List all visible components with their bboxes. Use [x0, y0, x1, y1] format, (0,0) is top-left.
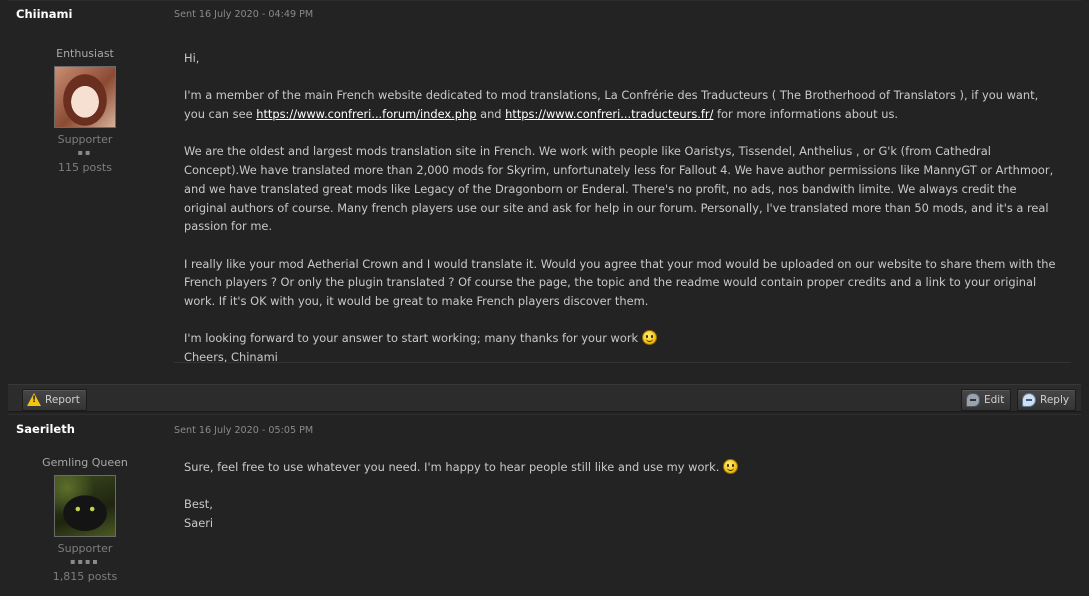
- paragraph: Hi,: [184, 51, 200, 65]
- text: I'm looking forward to your answer to st…: [184, 331, 642, 346]
- post-separator: [8, 414, 1081, 415]
- post-1: Chiinami Sent 16 July 2020 - 04:49 PM En…: [8, 0, 1081, 384]
- post-content: Hi, I'm a member of the main French webs…: [184, 49, 1061, 367]
- post-count: 1,815 posts: [52, 570, 118, 583]
- author-name[interactable]: Chiinami: [16, 7, 72, 21]
- edit-button[interactable]: Edit: [961, 389, 1012, 411]
- text: Saeri: [184, 516, 214, 531]
- member-title: Enthusiast: [56, 47, 114, 60]
- text: and: [476, 107, 506, 122]
- paragraph: Best, Saeri: [184, 495, 1061, 532]
- reply-button[interactable]: Reply: [1017, 389, 1077, 411]
- reply-label: Reply: [1040, 394, 1070, 406]
- post-action-bar: Report Edit Reply: [8, 384, 1081, 412]
- smiley-icon: [641, 330, 657, 346]
- text: Best,: [184, 497, 213, 512]
- text: Sure, feel free to use whatever you need…: [184, 460, 723, 474]
- link-site[interactable]: https://www.confreri...traducteurs.fr/: [505, 107, 713, 121]
- avatar[interactable]: [54, 66, 116, 128]
- post-content: Sure, feel free to use whatever you need…: [184, 458, 1061, 551]
- paragraph: Sure, feel free to use whatever you need…: [184, 458, 1061, 477]
- post-count: 115 posts: [58, 161, 112, 174]
- rank-pips: ▪▪▪▪: [70, 557, 100, 566]
- report-label: Report: [45, 394, 80, 406]
- author-info: Gemling Queen Supporter ▪▪▪▪ 1,815 posts: [8, 456, 162, 583]
- content-divider: [174, 362, 1071, 363]
- author-name[interactable]: Saerileth: [16, 422, 75, 436]
- warning-icon: [27, 393, 41, 407]
- post-date: Sent 16 July 2020 - 04:49 PM: [174, 9, 314, 20]
- post-separator: [8, 0, 1081, 1]
- paragraph: I'm a member of the main French website …: [184, 86, 1061, 123]
- rank-pips: ▪▪: [77, 148, 93, 157]
- paragraph: I really like your mod Aetherial Crown a…: [184, 256, 1056, 309]
- post-2: Saerileth Sent 16 July 2020 - 05:05 PM G…: [8, 414, 1081, 596]
- report-button[interactable]: Report: [22, 389, 87, 411]
- message-thread: Chiinami Sent 16 July 2020 - 04:49 PM En…: [0, 0, 1089, 596]
- paragraph: We are the oldest and largest mods trans…: [184, 144, 1054, 234]
- smiley-icon: [722, 459, 738, 474]
- avatar[interactable]: [54, 475, 116, 537]
- member-group: Supporter: [57, 542, 113, 555]
- author-info: Enthusiast Supporter ▪▪ 115 posts: [8, 47, 162, 174]
- edit-bubble-icon: [966, 393, 980, 407]
- member-title: Gemling Queen: [42, 456, 128, 469]
- post-date: Sent 16 July 2020 - 05:05 PM: [174, 425, 314, 436]
- edit-label: Edit: [984, 394, 1005, 406]
- link-forum[interactable]: https://www.confreri...forum/index.php: [256, 107, 476, 121]
- member-group: Supporter: [57, 133, 113, 146]
- reply-bubble-icon: [1022, 393, 1036, 407]
- text: for more informations about us.: [713, 107, 899, 122]
